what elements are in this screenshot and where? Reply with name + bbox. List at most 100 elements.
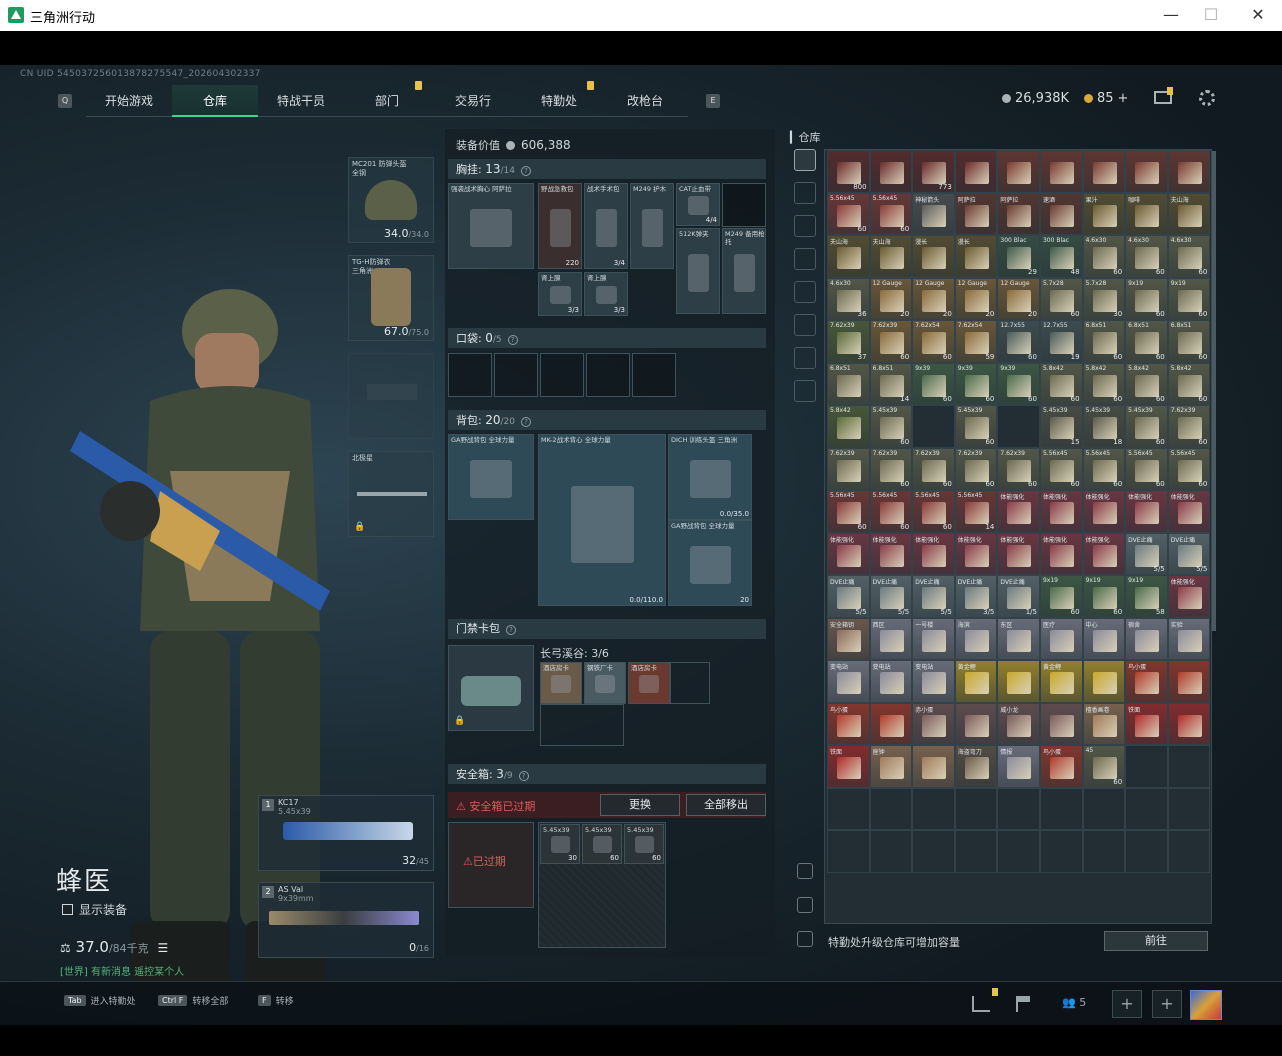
chest-item[interactable]: CAT止血带 4/4 [676, 183, 720, 226]
warehouse-item[interactable]: 5.8x42 [827, 405, 870, 448]
add-teammate-button[interactable]: + [1112, 990, 1142, 1018]
armor-slot[interactable]: TG-H防弹衣 三角洲 67.0/75.0 [348, 255, 434, 341]
warehouse-item[interactable]: 5.7x28 30 [1082, 277, 1126, 320]
warehouse-item[interactable]: 6.8x51 60 [1125, 320, 1168, 363]
warehouse-item[interactable]: 9x39 60 [997, 362, 1040, 405]
warehouse-empty-slot[interactable] [1125, 745, 1168, 788]
filter-medical-icon[interactable] [794, 281, 816, 303]
warehouse-item[interactable]: 7.62x39 37 [827, 320, 870, 363]
warehouse-item[interactable]: 檀香画卷 [1082, 702, 1126, 745]
warehouse-item[interactable]: 773 [912, 150, 955, 193]
warehouse-item[interactable]: 咖啡 [1125, 192, 1168, 235]
add-gold-button[interactable]: + [1118, 91, 1129, 106]
warehouse-empty-slot[interactable] [869, 787, 913, 830]
warehouse-item[interactable]: 体能强化 [1082, 532, 1126, 575]
keycard-item[interactable]: 酒店房卡 [540, 662, 582, 704]
key-hint-transfer[interactable]: F 转移 [258, 994, 294, 1007]
warehouse-item[interactable]: 9x19 58 [1125, 575, 1168, 618]
warehouse-item[interactable]: DVE止痛 5/5 [912, 575, 955, 618]
safebox-container[interactable]: ⚠已过期 [448, 822, 534, 908]
warehouse-item[interactable]: 5.8x42 60 [1167, 362, 1211, 405]
warehouse-item[interactable]: 体能强化 [997, 490, 1040, 533]
warehouse-empty-slot[interactable] [1082, 787, 1126, 830]
tab-0[interactable]: 开始游戏 [86, 85, 172, 117]
show-equipment-toggle[interactable]: 显示装备 [62, 901, 127, 918]
warehouse-item[interactable]: 5.8x42 60 [1039, 362, 1083, 405]
warehouse-empty-slot[interactable] [827, 787, 870, 830]
weight-details-icon[interactable]: ☰ [157, 941, 168, 955]
warehouse-item[interactable]: 9x19 60 [1125, 277, 1168, 320]
helmet-slot[interactable]: MC201 防弹头盔 全钢 34.0/34.0 [348, 157, 434, 243]
warehouse-item[interactable]: 5.56x45 60 [869, 490, 913, 533]
nav-next-key[interactable]: E [706, 94, 720, 108]
primary-weapon-slot[interactable]: 1 KC17 5.45x39 32/45 [258, 795, 434, 871]
warehouse-item[interactable]: 果汁 [1082, 192, 1126, 235]
warehouse-item[interactable]: 12.7x55 60 [997, 320, 1040, 363]
key-hint-transfer-all[interactable]: Ctrl F 转移全部 [158, 994, 228, 1007]
tab-3[interactable]: 部门 [344, 81, 430, 117]
tab-4[interactable]: 交易行 [430, 85, 516, 117]
swap-safebox-button[interactable]: 更换 [600, 794, 680, 816]
filter-settings-icon[interactable] [794, 438, 816, 452]
warehouse-item[interactable]: 5.56x45 60 [1125, 447, 1168, 490]
chest-item[interactable]: 肾上腺 3/3 [584, 272, 628, 316]
warehouse-item[interactable] [912, 745, 955, 788]
warehouse-item[interactable]: 鸟小蛋 [1039, 745, 1083, 788]
warehouse-item[interactable]: 9x19 60 [1082, 575, 1126, 618]
backpack-item[interactable]: GA野战背包 全球力量 [448, 434, 534, 520]
chest-item[interactable]: M249 备用枪托 [722, 228, 766, 314]
add-teammate-button[interactable]: + [1152, 990, 1182, 1018]
warehouse-item[interactable]: 体能强化 [997, 532, 1040, 575]
backpack-item[interactable]: MK-2战术背心 全球力量 0.0/110.0 [538, 434, 666, 606]
stats-chart-icon[interactable] [972, 996, 990, 1012]
warehouse-item[interactable]: DVE止痛 3/5 [954, 575, 998, 618]
warehouse-item[interactable]: DVE止痛 1/5 [997, 575, 1040, 618]
warehouse-item[interactable]: 7.62x54 60 [912, 320, 955, 363]
warehouse-item[interactable]: 5.45x39 60 [954, 405, 998, 448]
player-avatar[interactable] [1190, 990, 1222, 1020]
warehouse-item[interactable] [997, 150, 1040, 193]
warehouse-item[interactable]: 12 Gauge 20 [869, 277, 913, 320]
pocket-slot[interactable] [632, 353, 676, 397]
show-equipment-checkbox[interactable] [62, 904, 73, 915]
warehouse-item[interactable]: 变电站 [827, 660, 870, 703]
warehouse-item[interactable]: 800 [827, 150, 870, 193]
warehouse-item[interactable]: 12 Gauge 20 [954, 277, 998, 320]
warehouse-item[interactable]: 体能强化 [954, 532, 998, 575]
warehouse-empty-slot[interactable] [1082, 830, 1126, 873]
nav-prev-key[interactable]: Q [58, 94, 72, 108]
backpack-item[interactable]: DICH 训练头盔 三角洲 0.0/35.0 [668, 434, 752, 520]
warehouse-empty-slot[interactable] [997, 830, 1040, 873]
warehouse-empty-slot[interactable] [1167, 830, 1211, 873]
warehouse-item[interactable]: DVE止痛 5/5 [869, 575, 913, 618]
warehouse-empty-slot[interactable] [954, 787, 998, 830]
chest-empty-slot[interactable] [722, 183, 766, 227]
warehouse-item[interactable]: 阿萨拉 [997, 192, 1040, 235]
warehouse-empty-slot[interactable] [912, 830, 955, 873]
keycard-item[interactable]: 酒店房卡 [628, 662, 670, 704]
warehouse-item[interactable]: 5.45x39 60 [1125, 405, 1168, 448]
warehouse-item[interactable]: 5.56x45 60 [1039, 447, 1083, 490]
warehouse-item[interactable] [869, 702, 913, 745]
warehouse-item[interactable] [1082, 660, 1126, 703]
squad-indicator[interactable]: 👥 5 [1062, 996, 1086, 1009]
warehouse-item[interactable]: 体能强化 [1125, 490, 1168, 533]
warehouse-item[interactable]: 体能强化 [827, 532, 870, 575]
filter-armor-icon[interactable] [794, 215, 816, 237]
warehouse-item[interactable]: 5.56x45 60 [1082, 447, 1126, 490]
warehouse-item[interactable]: 速酒 [1039, 192, 1083, 235]
warehouse-item[interactable] [954, 702, 998, 745]
warehouse-item[interactable]: 4.6x30 60 [1082, 235, 1126, 278]
warehouse-item[interactable]: 体能强化 [1039, 490, 1083, 533]
warehouse-item[interactable]: 4.6x30 36 [827, 277, 870, 320]
warehouse-empty-slot[interactable] [997, 405, 1040, 448]
pistol-slot-empty[interactable] [348, 353, 434, 439]
warehouse-item[interactable]: 7.62x39 60 [997, 447, 1040, 490]
warehouse-item[interactable]: 5.56x45 60 [827, 192, 870, 235]
warehouse-item[interactable]: 西区 [869, 617, 913, 660]
warehouse-item[interactable]: 300 Blac 48 [1039, 235, 1083, 278]
filter-ammo-icon[interactable] [794, 248, 816, 270]
warehouse-item[interactable]: 6.8x51 [827, 362, 870, 405]
tab-5[interactable]: 特勤处 [516, 81, 602, 117]
tab-2[interactable]: 特战干员 [258, 85, 344, 117]
